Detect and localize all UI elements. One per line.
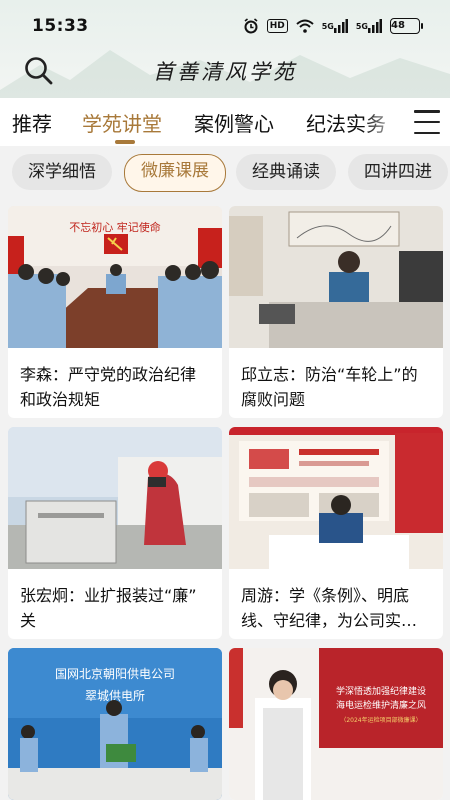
card-title: 邱立志：防治“车轮上”的 腐败问题 bbox=[241, 362, 433, 412]
thumb-wall-text: 不忘初心 牢记使命 bbox=[69, 220, 161, 234]
card-title-line: 线、守纪律，为公司实… bbox=[241, 611, 418, 630]
signal-label: 5G bbox=[321, 21, 334, 31]
card-thumbnail: 学深悟透加强纪律建设 海电运检维护清廉之风 （2024年运检项目部微廉课） bbox=[229, 648, 443, 800]
menu-icon[interactable] bbox=[414, 110, 440, 134]
card-title-line: 关 bbox=[20, 611, 37, 630]
card-thumbnail: 国网北京朝阳供电公司 翠城供电所 bbox=[8, 648, 222, 800]
card-title-line: 腐败问题 bbox=[241, 390, 306, 409]
chip-deep-study[interactable]: 深学细悟 bbox=[12, 154, 112, 190]
brand-title: 首善清风学苑 bbox=[153, 60, 297, 84]
card-thumbnail bbox=[229, 206, 443, 348]
thumb-banner-text: （2024年运检项目部微廉课） bbox=[340, 716, 421, 724]
signal-5g-icon: 5G bbox=[356, 19, 382, 33]
wifi-icon bbox=[296, 19, 314, 33]
video-card[interactable]: 张宏炯：业扩报装过“廉” 关 bbox=[8, 427, 222, 639]
thumb-banner-text: 海电运检维护清廉之风 bbox=[336, 699, 426, 711]
video-card[interactable]: 邱立志：防治“车轮上”的 腐败问题 bbox=[229, 206, 443, 418]
card-title-line: 周游：学《条例》、明底 bbox=[241, 586, 410, 605]
card-title-line: 张宏炯：业扩报装过“廉” bbox=[20, 586, 197, 605]
card-title-line: 和政治规矩 bbox=[20, 390, 101, 409]
content-grid: 不忘初心 牢记使命 李森：严守党的政治纪律 和政治规矩 邱立志：防治“车轮上”的… bbox=[0, 198, 450, 800]
card-title: 周游：学《条例》、明底 线、守纪律，为公司实… bbox=[241, 583, 433, 633]
app-header: 首善清风学苑 bbox=[0, 52, 450, 98]
tab-recommend[interactable]: 推荐 bbox=[12, 108, 52, 137]
status-icons: HD 5G 5G 48 bbox=[243, 15, 423, 37]
battery-icon: 48 bbox=[390, 18, 423, 34]
thumb-banner-text: 学深悟透加强纪律建设 bbox=[336, 685, 426, 697]
video-card[interactable]: 周游：学《条例》、明底 线、守纪律，为公司实… bbox=[229, 427, 443, 639]
sub-category-bar: 深学细悟 微廉课展 经典诵读 四讲四进 bbox=[0, 146, 450, 198]
card-thumbnail bbox=[229, 427, 443, 569]
video-card[interactable]: 国网北京朝阳供电公司 翠城供电所 bbox=[8, 648, 222, 800]
hd-icon: HD bbox=[266, 19, 288, 33]
card-title-line: 邱立志：防治“车轮上”的 bbox=[241, 365, 418, 384]
chip-micro-lecture[interactable]: 微廉课展 bbox=[124, 154, 226, 192]
card-thumbnail: 不忘初心 牢记使命 bbox=[8, 206, 222, 348]
chip-four-talks[interactable]: 四讲四进 bbox=[348, 154, 448, 190]
primary-tab-bar: 推荐 学苑讲堂 案例警心 纪法实务 bbox=[0, 98, 450, 146]
video-card[interactable]: 不忘初心 牢记使命 李森：严守党的政治纪律 和政治规矩 bbox=[8, 206, 222, 418]
card-thumbnail bbox=[8, 427, 222, 569]
active-tab-indicator bbox=[115, 140, 135, 144]
status-bar: 15:33 HD 5G 5G 48 bbox=[0, 0, 450, 52]
chip-classic-reading[interactable]: 经典诵读 bbox=[236, 154, 336, 190]
tabs-fade bbox=[364, 98, 404, 146]
video-card[interactable]: 学深悟透加强纪律建设 海电运检维护清廉之风 （2024年运检项目部微廉课） bbox=[229, 648, 443, 800]
tab-case-warning[interactable]: 案例警心 bbox=[194, 108, 274, 137]
signal-label: 5G bbox=[355, 21, 368, 31]
alarm-icon bbox=[243, 18, 259, 34]
thumb-banner-text: 国网北京朝阳供电公司 bbox=[55, 667, 175, 681]
tab-academy-lecture[interactable]: 学苑讲堂 bbox=[82, 108, 162, 137]
status-time: 15:33 bbox=[32, 16, 89, 36]
card-title: 张宏炯：业扩报装过“廉” 关 bbox=[20, 583, 212, 633]
card-title: 李森：严守党的政治纪律 和政治规矩 bbox=[20, 362, 212, 412]
card-title-line: 李森：严守党的政治纪律 bbox=[20, 365, 197, 384]
signal-5g-icon: 5G bbox=[322, 19, 348, 33]
